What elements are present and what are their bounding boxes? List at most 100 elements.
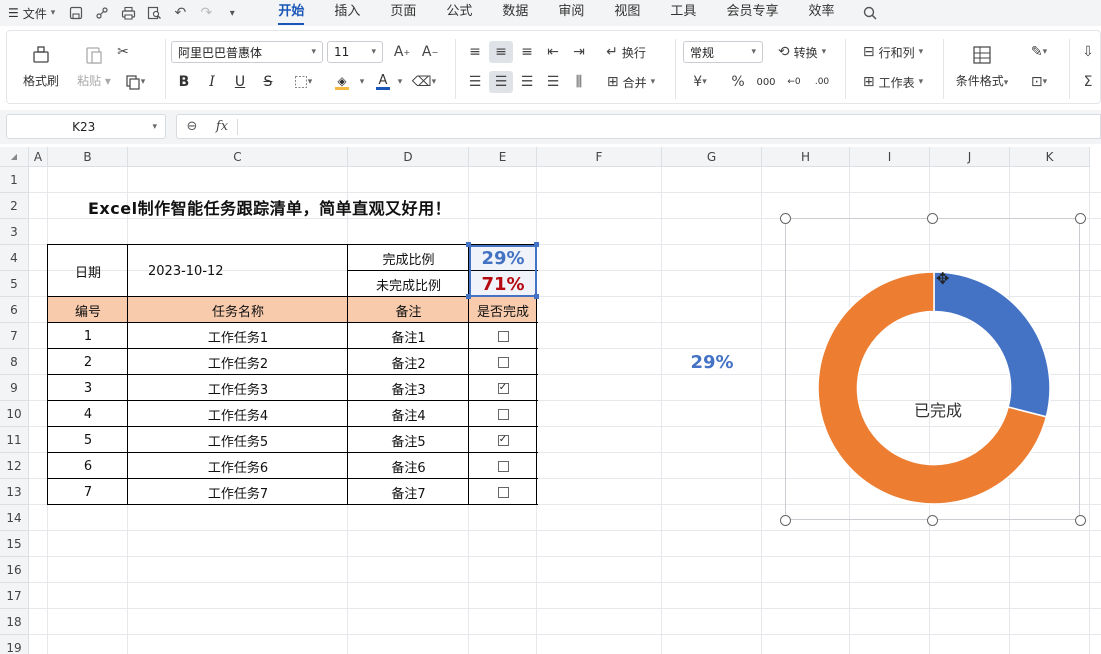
redo-icon[interactable]: ↷ [193,0,219,26]
font-color-button[interactable]: A [369,71,397,93]
cut-icon[interactable]: ✂ [111,41,135,63]
formula-input[interactable]: ⊖ fx [176,114,1101,139]
align-top-icon[interactable]: ≡ [463,41,487,63]
column-header[interactable]: C [128,147,348,167]
rows-cols-button[interactable]: ⊟ 行和列 ▾ [853,41,933,63]
undo-icon[interactable]: ↶ [167,0,193,26]
row-header[interactable]: 11 [0,427,29,453]
task-done-checkbox[interactable] [497,330,509,342]
strikethrough-button[interactable]: S [257,71,279,93]
chart-handle-bc[interactable] [927,515,938,526]
row-header[interactable]: 12 [0,453,29,479]
g8-done-ratio[interactable]: 29% [662,349,762,375]
zoom-formula-icon[interactable]: ⊖ [177,119,207,134]
increase-indent-icon[interactable]: ⇥ [567,41,591,63]
save-icon[interactable] [63,0,89,26]
number-format-select[interactable]: 常规 ▾ [683,41,763,63]
column-header[interactable]: I [850,147,930,167]
column-header[interactable]: F [537,147,662,167]
align-center-icon[interactable]: ☰ [489,71,513,93]
align-middle-icon[interactable]: ≡ [489,41,513,63]
select-all-corner[interactable]: ◢ [0,147,29,167]
decrease-font-icon[interactable]: A − [419,41,441,63]
fill-down-icon[interactable]: ⇩ [1077,41,1099,63]
row-header[interactable]: 8 [0,349,29,375]
date-value[interactable]: 2023-10-12 [148,245,348,297]
align-left-icon[interactable]: ☰ [463,71,487,93]
file-menu[interactable]: ☰ 文件 ▾ [0,5,63,22]
print-preview-icon[interactable] [141,0,167,26]
row-header[interactable]: 4 [0,245,29,271]
tab-0[interactable]: 开始 [263,0,319,26]
tab-9[interactable]: 效率 [793,0,849,26]
tab-3[interactable]: 公式 [431,0,487,26]
row-header[interactable]: 6 [0,297,29,323]
chart-handle-tl[interactable] [780,213,791,224]
print-icon[interactable] [115,0,141,26]
font-name-select[interactable]: 阿里巴巴普惠体 ▾ [171,41,323,63]
row-header[interactable]: 17 [0,583,29,609]
align-bottom-icon[interactable]: ≡ [515,41,539,63]
increase-font-icon[interactable]: A + [391,41,413,63]
convert-button[interactable]: ⟲ 转换 ▾ [771,41,833,63]
task-done-checkbox[interactable] [497,460,509,472]
tab-2[interactable]: 页面 [375,0,431,26]
conditional-format-button[interactable]: 条件格式▾ [949,37,1015,95]
column-header[interactable]: H [762,147,850,167]
font-size-select[interactable]: 11 ▾ [327,41,383,63]
row-header[interactable]: 15 [0,531,29,557]
row-header[interactable]: 5 [0,271,29,297]
chart-handle-bl[interactable] [780,515,791,526]
name-box[interactable]: K23 ▾ [6,114,166,139]
row-header[interactable]: 19 [0,635,29,654]
column-header[interactable]: E [469,147,537,167]
currency-icon[interactable]: ¥ ▾ [685,71,715,93]
row-header[interactable]: 1 [0,167,29,193]
tab-5[interactable]: 审阅 [543,0,599,26]
decrease-indent-icon[interactable]: ⇤ [541,41,565,63]
copy-button[interactable]: ▾ [115,71,155,93]
row-header[interactable]: 2 [0,193,29,219]
worksheet-button[interactable]: ⊞ 工作表 ▾ [853,71,933,93]
decrease-decimal-icon[interactable]: .00 [811,71,833,93]
row-header[interactable]: 10 [0,401,29,427]
row-header[interactable]: 7 [0,323,29,349]
task-done-checkbox[interactable] [497,486,509,498]
row-header[interactable]: 16 [0,557,29,583]
tab-7[interactable]: 工具 [655,0,711,26]
task-done-checkbox[interactable] [497,408,509,420]
row-header[interactable]: 18 [0,609,29,635]
tab-4[interactable]: 数据 [487,0,543,26]
borders-button[interactable]: ▾ [287,71,319,93]
fill-color-button[interactable]: ◈ [325,71,359,93]
row-header[interactable]: 14 [0,505,29,531]
search-icon[interactable] [857,0,883,26]
chart-handle-tr[interactable] [1075,213,1086,224]
row-header[interactable]: 13 [0,479,29,505]
percent-icon[interactable]: % [727,71,749,93]
tab-1[interactable]: 插入 [319,0,375,26]
task-done-checkbox[interactable]: ✓ [497,434,509,446]
column-header[interactable]: B [48,147,128,167]
autosum-icon[interactable]: Σ [1077,71,1099,93]
wrap-text-button[interactable]: ↵ 换行 [599,41,653,63]
thousands-icon[interactable]: 000 [755,71,777,93]
chart-handle-br[interactable] [1075,515,1086,526]
clear-format-icon[interactable]: ⌫ ▾ [409,71,439,93]
format-painter-button[interactable]: 格式刷 [15,37,67,95]
task-done-checkbox[interactable] [497,356,509,368]
align-right-icon[interactable]: ☰ [515,71,539,93]
distributed-icon[interactable]: ⫼ [567,71,591,93]
justify-icon[interactable]: ☰ [541,71,565,93]
italic-button[interactable]: I [201,71,223,93]
column-header[interactable]: G [662,147,762,167]
tab-8[interactable]: 会员专享 [711,0,793,26]
quick-access-more-icon[interactable]: ▾ [219,0,245,26]
tab-6[interactable]: 视图 [599,0,655,26]
column-header[interactable]: A [29,147,48,167]
fx-icon[interactable]: fx [207,119,237,134]
donut-chart[interactable]: 已完成 ✥ [785,218,1080,520]
cell-style-icon[interactable]: ✎ ▾ [1023,41,1055,63]
bold-button[interactable]: B [173,71,195,93]
column-header[interactable]: D [348,147,469,167]
